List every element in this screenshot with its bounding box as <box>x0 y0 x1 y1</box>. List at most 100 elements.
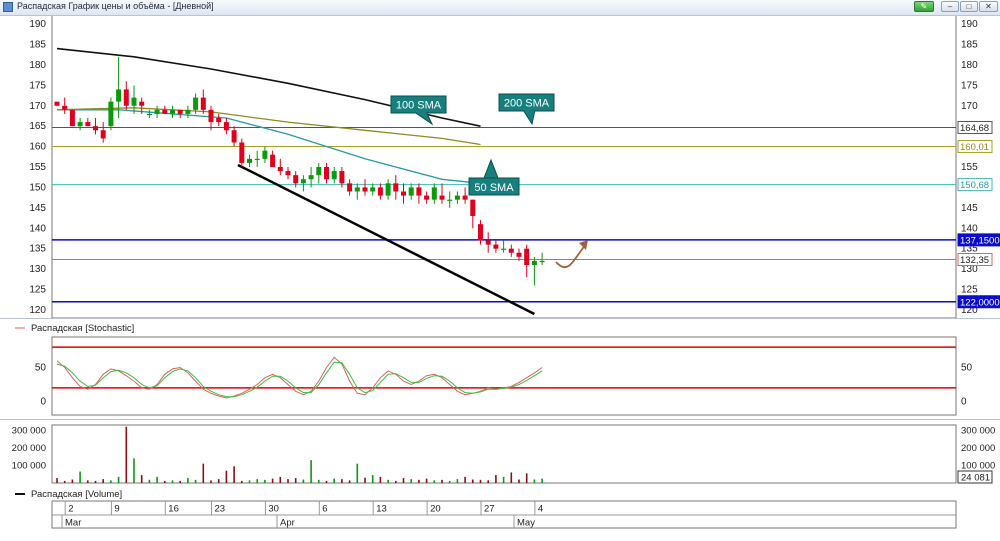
candle-body <box>54 101 60 106</box>
candle-body <box>308 175 314 180</box>
minimize-button[interactable]: – <box>941 1 959 12</box>
y-tick-label-left: 165 <box>29 121 46 132</box>
candle-body <box>493 244 499 249</box>
title-bar: Распадская График цены и объёма - [Дневн… <box>0 0 1000 16</box>
x-tick-label: 6 <box>322 504 327 515</box>
candle-body <box>516 252 522 257</box>
level-price-label: 137,15000 <box>960 235 1000 246</box>
level-price-label: 160,01 <box>960 142 989 153</box>
stoch-panel-frame <box>51 336 957 416</box>
close-button[interactable]: ✕ <box>979 1 998 12</box>
price-panel-frame <box>51 16 957 319</box>
volume-last-label: 24 081 <box>961 473 990 484</box>
stoch-y-tick-right: 50 <box>961 363 973 374</box>
panel-divider <box>0 419 1000 420</box>
x-tick-label: 20 <box>430 504 441 515</box>
candle-body <box>146 113 152 116</box>
candle-body <box>370 187 376 192</box>
candle-body <box>69 109 75 127</box>
y-tick-label-right: 145 <box>961 203 978 214</box>
y-tick-label-right: 140 <box>961 223 978 234</box>
candle-body <box>431 187 437 200</box>
candle-body <box>231 130 237 143</box>
candle-body <box>539 260 545 263</box>
candle-body <box>447 199 453 201</box>
candle-body <box>247 158 252 163</box>
candle-body <box>347 183 353 192</box>
x-tick-label: 2 <box>68 504 73 515</box>
candle-body <box>100 130 106 139</box>
candle-body <box>485 240 491 245</box>
volume-panel-title: Распадская [Volume] <box>31 489 122 500</box>
date-axis: 2 9 16 23 30 6 13 20 27 4 Mar Apr May <box>51 500 957 529</box>
candle-body <box>254 158 260 161</box>
candle-body <box>439 195 445 200</box>
window-title: Распадская График цены и объёма - [Дневн… <box>17 1 214 11</box>
y-tick-label-left: 170 <box>29 101 46 112</box>
y-tick-label-left: 160 <box>29 142 46 153</box>
sma200-callout-label: 200 SMA <box>504 98 550 110</box>
candle-body <box>177 109 183 114</box>
candle-body <box>339 171 345 184</box>
volume-panel-frame <box>51 424 957 484</box>
candle-body <box>316 167 322 176</box>
y-tick-label-left: 190 <box>29 19 46 30</box>
y-tick-label-left: 145 <box>29 203 46 214</box>
candle-body <box>454 195 460 200</box>
volume-y-tick-left: 200 000 <box>12 443 46 454</box>
candle-body <box>108 101 114 127</box>
y-tick-label-right: 180 <box>961 60 978 71</box>
candle-body <box>139 101 145 106</box>
volume-y-tick-right: 100 000 <box>961 460 995 471</box>
volume-y-tick-right: 300 000 <box>961 425 995 436</box>
candle-body <box>93 126 98 131</box>
candle-body <box>239 142 245 163</box>
candle-body <box>331 171 337 180</box>
stoch-y-tick-left: 50 <box>35 363 47 374</box>
y-tick-label-left: 155 <box>29 162 46 173</box>
candle-body <box>393 183 399 192</box>
volume-y-tick-left: 300 000 <box>12 425 46 436</box>
candle-body <box>362 187 368 192</box>
app-icon <box>3 2 13 12</box>
y-tick-label-right: 175 <box>961 80 978 91</box>
candle-body <box>501 248 507 250</box>
y-tick-label-left: 130 <box>29 264 46 275</box>
x-tick-label: 13 <box>376 504 387 515</box>
stoch-y-tick-left: 0 <box>40 396 46 407</box>
x-tick-label: 4 <box>538 504 543 515</box>
candle-body <box>200 97 206 110</box>
level-price-label: 164,68 <box>960 123 989 134</box>
maximize-button[interactable]: □ <box>960 1 978 12</box>
price-volume-chart: 120 120125 125130 130135 135140 140145 1451501… <box>0 16 1000 529</box>
candle-body <box>216 118 222 123</box>
level-price-label: 122,00000 <box>960 297 1000 308</box>
candle-body <box>377 187 383 196</box>
candle-body <box>170 109 175 114</box>
candle-body <box>424 195 430 200</box>
y-tick-label-left: 185 <box>29 40 46 51</box>
candle-body <box>154 109 160 114</box>
y-tick-label-right: 185 <box>961 40 978 51</box>
y-tick-label-left: 135 <box>29 244 46 255</box>
y-tick-label-left: 180 <box>29 60 46 71</box>
candle-body <box>324 167 329 180</box>
stoch-panel-title: Распадская [Stochastic] <box>31 323 134 334</box>
candle-body <box>277 167 283 172</box>
y-tick-label-right: 155 <box>961 162 978 173</box>
candle-body <box>116 89 122 102</box>
candle-body <box>524 248 530 265</box>
y-tick-label-right: 190 <box>961 19 978 30</box>
sma50-callout-label: 50 SMA <box>474 182 514 194</box>
candle-body <box>131 97 137 106</box>
y-tick-label-left: 140 <box>29 223 46 234</box>
candle-body <box>285 171 291 176</box>
x-tick-label: 9 <box>114 504 119 515</box>
candle-body <box>385 183 391 196</box>
sma100-callout-label: 100 SMA <box>396 100 442 112</box>
month-label: Mar <box>65 518 81 529</box>
pin-icon[interactable]: ✎ <box>914 1 934 12</box>
y-tick-label-left: 120 <box>29 305 46 316</box>
candle-body <box>401 191 406 196</box>
volume-y-tick-right: 200 000 <box>961 443 995 454</box>
